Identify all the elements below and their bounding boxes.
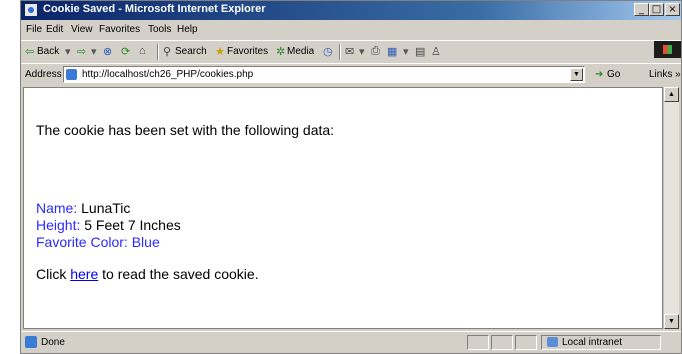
field-value: 5 Feet 7 Inches [84, 217, 181, 233]
vertical-scrollbar[interactable]: ▲ ▼ [663, 87, 679, 329]
toolbar-separator [339, 44, 341, 60]
local-intranet-icon [547, 337, 558, 347]
mail-dropdown-icon[interactable]: ▾ [359, 45, 365, 58]
maximize-button[interactable]: □ [649, 3, 664, 16]
print-icon[interactable]: ⎙ [371, 45, 380, 58]
intro-text: The cookie has been set with the followi… [36, 122, 335, 138]
field-label: Favorite Color: [36, 234, 128, 250]
go-arrow-icon[interactable]: ➜ [595, 69, 603, 80]
status-panel [467, 335, 489, 350]
zone-text: Local intranet [562, 337, 623, 348]
menu-file[interactable]: File [26, 24, 42, 35]
read-cookie-line: Click here to read the saved cookie. [36, 266, 259, 282]
forward-arrow-icon[interactable]: ⇨ [77, 45, 86, 58]
back-arrow-icon[interactable]: ⇦ [25, 45, 34, 58]
menu-view[interactable]: View [71, 24, 93, 35]
scroll-down-button[interactable]: ▼ [664, 314, 679, 329]
field-value: LunaTic [81, 200, 131, 216]
click-suffix: to read the saved cookie. [102, 266, 259, 282]
back-button[interactable]: Back [37, 46, 59, 57]
minimize-button[interactable]: _ [634, 3, 649, 16]
address-input[interactable]: http://localhost/ch26_PHP/cookies.php ▼ [63, 66, 585, 83]
favorites-icon[interactable]: ★ [215, 45, 225, 58]
history-icon[interactable]: ◷ [323, 45, 333, 58]
cookie-field-row: Name: LunaTic [36, 200, 130, 216]
ie-app-icon [24, 3, 38, 17]
status-panel [491, 335, 513, 350]
edit-icon[interactable]: ▦ [387, 45, 397, 58]
browser-window: Cookie Saved - Microsoft Internet Explor… [20, 0, 682, 354]
status-panel [515, 335, 537, 350]
address-label: Address [25, 69, 62, 80]
mail-icon[interactable]: ✉ [345, 45, 354, 58]
close-button[interactable]: × [665, 3, 680, 16]
menu-help[interactable]: Help [177, 24, 198, 35]
window-title: Cookie Saved - Microsoft Internet Explor… [43, 3, 266, 15]
page-icon [66, 69, 77, 80]
scroll-up-button[interactable]: ▲ [664, 87, 679, 102]
toolbar-separator [157, 44, 159, 60]
address-dropdown-button[interactable]: ▼ [570, 68, 583, 81]
forward-dropdown-icon[interactable]: ▾ [91, 45, 97, 58]
media-icon[interactable]: ✲ [276, 45, 285, 58]
menu-edit[interactable]: Edit [46, 24, 63, 35]
address-url: http://localhost/ch26_PHP/cookies.php [82, 69, 254, 80]
search-button[interactable]: Search [175, 46, 207, 57]
status-text: Done [41, 337, 65, 348]
media-button[interactable]: Media [287, 46, 314, 57]
field-label: Name: [36, 200, 78, 216]
status-bar: Done Local intranet [21, 331, 681, 353]
links-button[interactable]: Links » [649, 69, 681, 80]
cookie-field-row: Height: 5 Feet 7 Inches [36, 217, 181, 233]
page-done-icon [25, 336, 37, 348]
field-label: Height: [36, 217, 81, 233]
read-cookie-link[interactable]: here [70, 266, 98, 282]
messenger-icon[interactable]: ♙ [431, 45, 441, 58]
stop-icon[interactable]: ⊗ [103, 45, 112, 58]
go-button[interactable]: Go [607, 69, 620, 80]
refresh-icon[interactable]: ⟳ [121, 45, 130, 58]
edit-dropdown-icon[interactable]: ▾ [403, 45, 409, 58]
address-bar: Address http://localhost/ch26_PHP/cookie… [21, 63, 681, 85]
content-pane: The cookie has been set with the followi… [23, 87, 663, 329]
cookie-field-row: Favorite Color: Blue [36, 234, 160, 250]
toolbar: ⇦ Back ▾ ⇨ ▾ ⊗ ⟳ ⌂ ⚲ Search ★ Favorites … [21, 40, 681, 62]
menu-favorites[interactable]: Favorites [99, 24, 140, 35]
click-prefix: Click [36, 266, 67, 282]
home-icon[interactable]: ⌂ [139, 45, 146, 57]
back-dropdown-icon[interactable]: ▾ [65, 45, 71, 58]
menu-bar: File Edit View Favorites Tools Help [21, 21, 681, 58]
search-icon[interactable]: ⚲ [163, 45, 171, 58]
discuss-icon[interactable]: ▤ [415, 45, 425, 58]
menu-tools[interactable]: Tools [148, 24, 171, 35]
title-bar[interactable]: Cookie Saved - Microsoft Internet Explor… [21, 1, 681, 20]
favorites-button[interactable]: Favorites [227, 46, 268, 57]
field-value: Blue [131, 234, 160, 250]
